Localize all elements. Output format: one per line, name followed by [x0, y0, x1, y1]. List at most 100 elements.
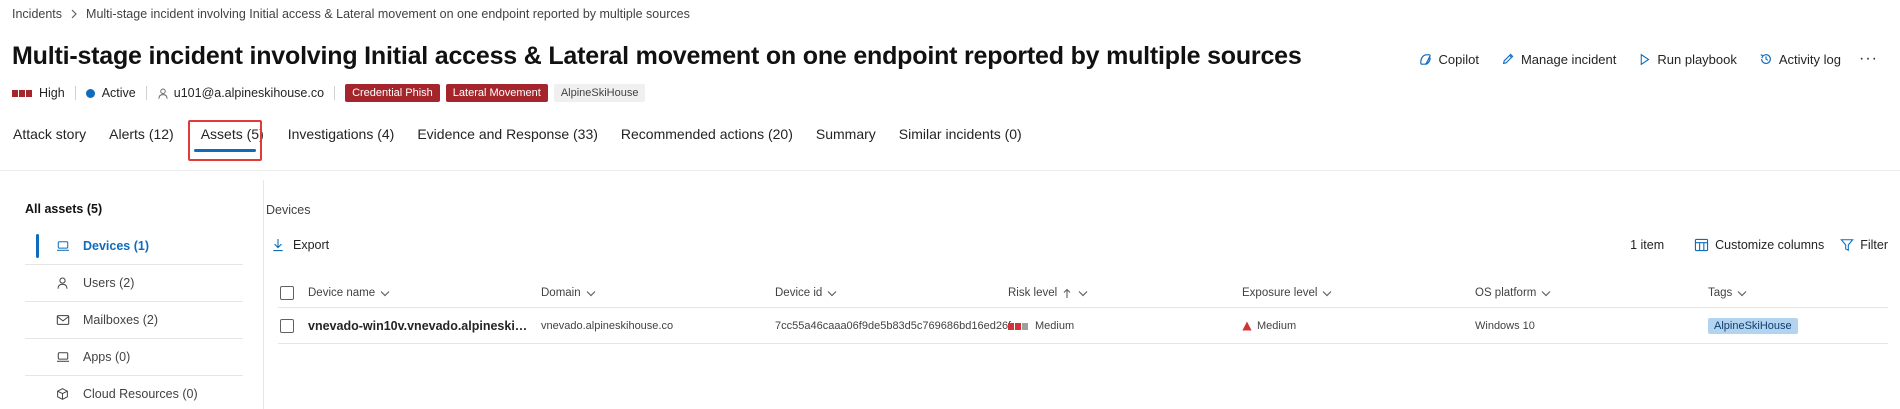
tab-recommended-actions[interactable]: Recommended actions (20) — [621, 126, 793, 142]
all-assets-heading: All assets (5) — [25, 202, 103, 216]
chevron-down-icon — [1737, 290, 1747, 296]
select-all-checkbox[interactable] — [280, 286, 294, 300]
person-icon — [158, 88, 168, 99]
column-header-label: Risk level — [1008, 287, 1058, 299]
active-tab-highlight — [188, 120, 262, 161]
columns-icon — [1695, 238, 1709, 252]
tab-attack-story[interactable]: Attack story — [13, 126, 86, 142]
asset-type-list: Devices (1) Users (2) Mailboxes (2) Apps… — [25, 228, 243, 409]
page-title: Multi-stage incident involving Initial a… — [12, 42, 1302, 70]
manage-incident-button[interactable]: Manage incident — [1501, 52, 1616, 67]
warning-triangle-icon — [1242, 321, 1252, 331]
asset-item-label: Apps (0) — [83, 350, 131, 364]
column-header-label: Exposure level — [1242, 287, 1318, 299]
cube-icon — [57, 388, 68, 400]
customize-columns-button[interactable]: Customize columns — [1694, 238, 1824, 252]
asset-item-devices[interactable]: Devices (1) — [25, 228, 243, 265]
tag-lateral-movement: Lateral Movement — [445, 84, 548, 102]
arrow-up-icon — [1063, 288, 1071, 298]
tab-evidence-and-response[interactable]: Evidence and Response (33) — [417, 126, 598, 142]
chevron-down-icon — [827, 290, 837, 296]
run-playbook-label: Run playbook — [1657, 51, 1737, 67]
chevron-down-icon — [1323, 290, 1332, 296]
chevron-down-icon — [1541, 290, 1551, 296]
tag-alpineskihouse[interactable]: AlpineSkiHouse — [1708, 318, 1798, 334]
breadcrumb-current: Multi-stage incident involving Initial a… — [86, 7, 690, 21]
column-header-domain[interactable]: Domain — [541, 278, 596, 308]
column-header-label: Device name — [308, 287, 376, 299]
asset-item-cloud-resources[interactable]: Cloud Resources (0) — [25, 376, 243, 409]
risk-level-cell: Medium — [1008, 308, 1074, 344]
column-header-exposure-level[interactable]: Exposure level — [1242, 278, 1332, 308]
column-header-device-id[interactable]: Device id — [775, 278, 837, 308]
devices-heading: Devices — [266, 203, 311, 217]
assigned-user[interactable]: u101@a.alpineskihouse.co — [174, 86, 324, 100]
filter-icon — [1840, 239, 1855, 252]
breadcrumb: Incidents Multi-stage incident involving… — [12, 7, 690, 21]
app-icon — [56, 352, 69, 362]
history-icon — [1760, 54, 1771, 64]
tab-similar-incidents[interactable]: Similar incidents (0) — [899, 126, 1022, 142]
copilot-button[interactable]: Copilot — [1418, 52, 1479, 67]
run-playbook-button[interactable]: Run playbook — [1638, 52, 1737, 67]
tag-alpineskihouse: AlpineSkiHouse — [553, 84, 646, 102]
tab-investigations[interactable]: Investigations (4) — [288, 126, 395, 142]
customize-columns-label: Customize columns — [1715, 238, 1825, 252]
divider — [145, 86, 147, 100]
filter-button[interactable]: Filter — [1840, 238, 1888, 252]
tab-alerts[interactable]: Alerts (12) — [109, 126, 174, 142]
chevron-right-icon — [70, 9, 78, 19]
tag-credential-phish: Credential Phish — [345, 84, 440, 102]
column-header-device-name[interactable]: Device name — [308, 278, 390, 308]
person-icon — [57, 277, 68, 289]
activity-log-button[interactable]: Activity log — [1759, 52, 1841, 67]
severity-icon — [12, 89, 33, 97]
activity-log-label: Activity log — [1778, 51, 1842, 67]
risk-level-text: Medium — [1035, 320, 1075, 332]
table-header: Device name Domain Device id Risk level … — [278, 278, 1888, 308]
domain-cell: vnevado.alpineskihouse.co — [541, 320, 674, 332]
tab-summary[interactable]: Summary — [816, 126, 876, 142]
exposure-level-cell: Medium — [1242, 308, 1296, 344]
filter-label: Filter — [1860, 238, 1888, 252]
risk-level-icon — [1008, 322, 1029, 330]
divider — [0, 170, 1900, 171]
severity-text: High — [39, 86, 65, 100]
download-icon — [273, 239, 283, 252]
asset-item-label: Users (2) — [83, 276, 135, 290]
column-header-os-platform[interactable]: OS platform — [1475, 278, 1551, 308]
export-button[interactable]: Export — [272, 238, 329, 252]
asset-item-mailboxes[interactable]: Mailboxes (2) — [25, 302, 243, 339]
copilot-icon — [1419, 53, 1431, 65]
column-header-risk-level[interactable]: Risk level — [1008, 278, 1088, 308]
chevron-down-icon — [380, 290, 390, 296]
mail-icon — [56, 315, 70, 325]
asset-item-label: Devices (1) — [83, 239, 150, 253]
breadcrumb-incidents-link[interactable]: Incidents — [12, 7, 62, 21]
device-name-link[interactable]: vnevado-win10v.vnevado.alpineskihouse.co — [308, 308, 530, 344]
item-count: 1 item — [1630, 238, 1665, 252]
os-platform-cell: Windows 10 — [1475, 320, 1535, 332]
column-header-label: OS platform — [1475, 287, 1537, 299]
incident-meta: High Active u101@a.alpineskihouse.co Cre… — [12, 84, 646, 102]
more-options-button[interactable]: ··· — [1859, 50, 1878, 68]
column-header-label: Device id — [775, 287, 823, 299]
chevron-down-icon — [1078, 290, 1088, 296]
asset-item-apps[interactable]: Apps (0) — [25, 339, 243, 376]
laptop-icon — [56, 241, 69, 251]
header-actions: Copilot Manage incident Run playbook Act… — [1396, 50, 1879, 68]
column-header-tags[interactable]: Tags — [1708, 278, 1747, 308]
active-tab-underline — [194, 149, 256, 152]
exposure-level-text: Medium — [1257, 320, 1297, 332]
column-header-label: Tags — [1708, 287, 1733, 299]
copilot-label: Copilot — [1438, 51, 1479, 67]
row-checkbox[interactable] — [280, 319, 294, 333]
asset-item-users[interactable]: Users (2) — [25, 265, 243, 302]
column-header-label: Domain — [541, 287, 581, 299]
table-row[interactable]: vnevado-win10v.vnevado.alpineskihouse.co… — [278, 308, 1888, 344]
export-label: Export — [293, 238, 330, 252]
asset-item-label: Mailboxes (2) — [83, 313, 159, 327]
panel-divider — [263, 180, 264, 409]
manage-incident-label: Manage incident — [1520, 51, 1617, 67]
play-icon — [1641, 53, 1650, 65]
